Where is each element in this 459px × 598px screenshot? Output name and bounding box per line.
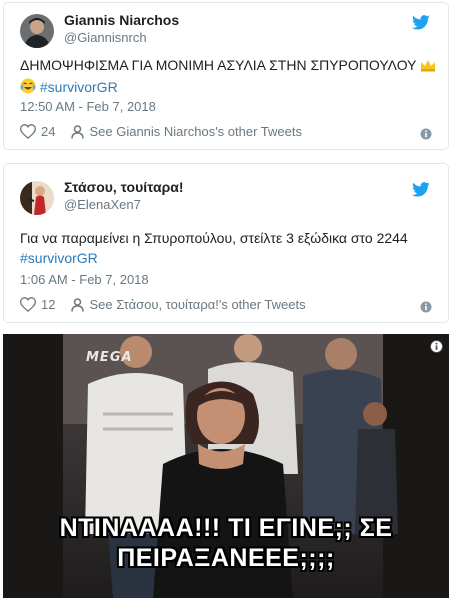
tweet-text: ΔΗΜΟΨΗΦΙΣΜΑ ΓΙΑ ΜΟΝΙΜΗ ΑΣΥΛΙΑ ΣΤΗΝ ΣΠΥΡΟ… xyxy=(20,55,436,99)
subtitle-line-2: ΠΕΙΡΑΞΑΝΕΕΕ;;;; xyxy=(117,544,335,572)
video-gif[interactable]: MEGA ΝΤΙΝΑΑΑΑ!!! ΤΙ ΕΓΙΝΕ;; ΣΕ ΠΕΙΡΑΞΑΝΕ… xyxy=(3,334,449,598)
like-count[interactable]: 24 xyxy=(41,124,55,139)
crown-icon xyxy=(420,57,436,77)
tweet-card: Giannis Niarchos @Giannisnrch ΔΗΜΟΨΗΦΙΣΜ… xyxy=(3,2,449,150)
timestamp[interactable]: 12:50 AM - Feb 7, 2018 xyxy=(20,99,156,114)
author-name[interactable]: Στάσου, τουίταρα! xyxy=(64,179,184,195)
tweet-card: Στάσου, τουίταρα! @ElenaXen7 Για να παρα… xyxy=(3,163,449,323)
hashtag-link[interactable]: #survivorGR xyxy=(20,250,98,266)
author-handle[interactable]: @Giannisnrch xyxy=(64,30,147,45)
heart-icon[interactable] xyxy=(20,297,36,312)
tears-of-joy-icon xyxy=(20,78,36,99)
author-name[interactable]: Giannis Niarchos xyxy=(64,12,179,28)
timestamp[interactable]: 1:06 AM - Feb 7, 2018 xyxy=(20,272,149,287)
like-count[interactable]: 12 xyxy=(41,297,55,312)
avatar[interactable] xyxy=(20,14,54,48)
twitter-bird-icon[interactable] xyxy=(412,15,430,30)
avatar[interactable] xyxy=(20,181,54,215)
hashtag-link[interactable]: #survivorGR xyxy=(40,79,118,95)
channel-logo: MEGA xyxy=(86,350,133,365)
other-tweets-link[interactable]: See Στάσου, τουίταρα!'s other Tweets xyxy=(89,297,305,312)
twitter-bird-icon[interactable] xyxy=(412,182,430,197)
person-icon xyxy=(71,124,85,139)
info-icon[interactable] xyxy=(420,128,432,140)
tweet-text: Για να παραμείνει η Σπυροπούλου, στείλτε… xyxy=(20,230,408,266)
heart-icon[interactable] xyxy=(20,124,36,139)
other-tweets-link[interactable]: See Giannis Niarchos's other Tweets xyxy=(89,124,302,139)
info-icon[interactable] xyxy=(430,340,443,353)
person-icon xyxy=(71,297,85,312)
info-icon[interactable] xyxy=(420,301,432,313)
subtitle-line-1: ΝΤΙΝΑΑΑΑ!!! ΤΙ ΕΓΙΝΕ;; ΣΕ xyxy=(59,514,393,542)
tweet-actions: 12 See Στάσου, τουίταρα!'s other Tweets xyxy=(20,297,306,312)
author-handle[interactable]: @ElenaXen7 xyxy=(64,197,141,212)
tweet-actions: 24 See Giannis Niarchos's other Tweets xyxy=(20,124,302,139)
